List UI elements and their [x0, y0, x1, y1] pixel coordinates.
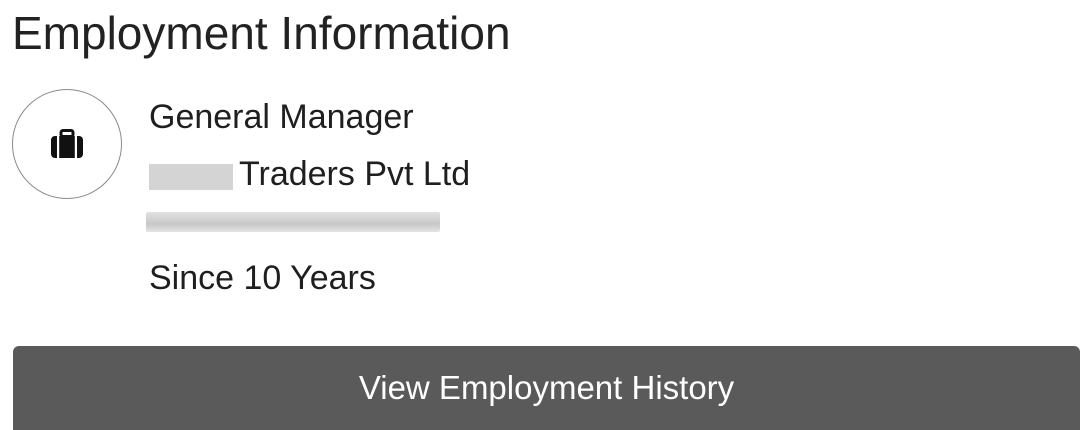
- redacted-company-prefix: [149, 164, 233, 190]
- view-employment-history-button[interactable]: View Employment History: [13, 346, 1080, 430]
- briefcase-icon: [51, 129, 83, 158]
- job-title: General Manager: [149, 98, 414, 136]
- employment-icon-badge: [12, 89, 122, 199]
- company-name-suffix: Traders Pvt Ltd: [239, 155, 471, 193]
- employment-duration: Since 10 Years: [149, 259, 376, 297]
- section-title: Employment Information: [12, 7, 511, 59]
- company-name: Traders Pvt Ltd: [149, 151, 470, 197]
- redacted-address: [146, 212, 440, 232]
